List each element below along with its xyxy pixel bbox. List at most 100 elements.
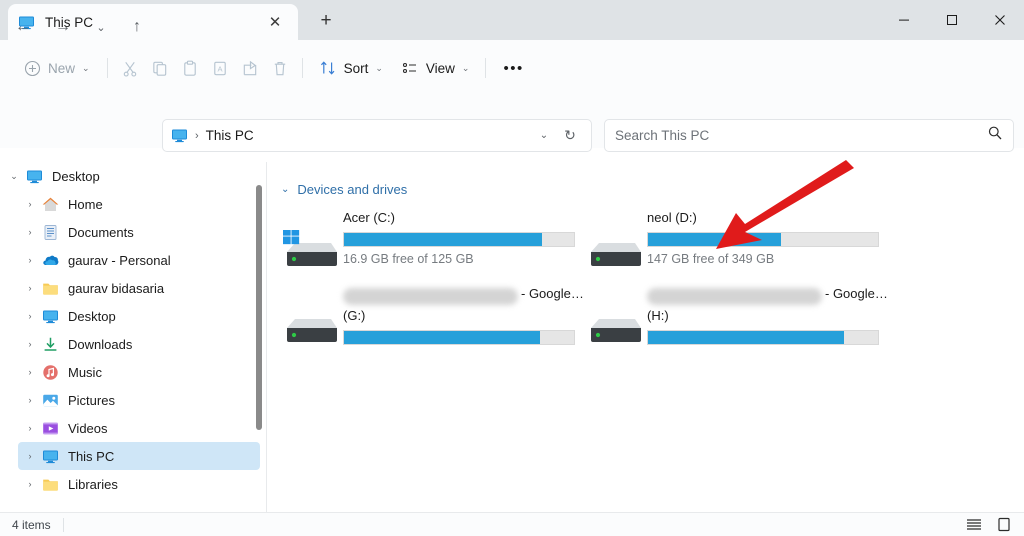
chevron-down-icon[interactable]: ⌄	[2, 171, 26, 182]
drive-name: - Google…	[521, 286, 584, 301]
recent-locations-button[interactable]: ⌄	[88, 14, 114, 40]
sidebar-item-pictures[interactable]: › Pictures	[18, 386, 260, 414]
sidebar-item-gaurav-bidasaria[interactable]: ›gaurav bidasaria	[18, 274, 260, 302]
toolbar-divider-3	[485, 58, 486, 78]
toolbar-divider-2	[302, 58, 303, 78]
close-button[interactable]	[976, 0, 1024, 40]
chevron-right-icon[interactable]: ›	[18, 395, 42, 405]
drive-letter: (H:)	[647, 308, 669, 323]
redacted-drive-name	[647, 288, 822, 305]
chevron-right-icon[interactable]: ›	[18, 423, 42, 433]
file-explorer-window: This PC ✕ + New ⌄	[0, 0, 1024, 536]
refresh-icon[interactable]: ↻	[557, 127, 583, 144]
sort-button[interactable]: Sort ⌄	[310, 51, 392, 85]
navigation-pane: ⌄Desktop›Home›Documents›gaurav - Persona…	[0, 162, 266, 512]
devices-and-drives-group[interactable]: ⌄ Devices and drives	[281, 182, 407, 197]
view-toggle-group	[964, 516, 1014, 534]
drive-usage-fill	[344, 331, 540, 344]
search-input[interactable]: Search This PC	[615, 128, 987, 143]
folder-icon	[42, 280, 59, 297]
cut-button[interactable]	[115, 51, 145, 85]
drive-usage-bar	[647, 330, 879, 345]
more-options-button[interactable]: •••	[493, 51, 533, 85]
sidebar-item-label: Pictures	[68, 393, 115, 408]
share-button[interactable]	[235, 51, 265, 85]
forward-button[interactable]: →	[50, 14, 76, 40]
chevron-down-icon[interactable]: ⌄	[531, 130, 557, 141]
details-view-icon[interactable]	[964, 516, 984, 534]
sidebar-item-label: Libraries	[68, 477, 118, 492]
chevron-down-icon: ⌄	[82, 63, 90, 74]
home-icon	[42, 196, 59, 213]
drive-usage-bar	[343, 330, 575, 345]
drive-item[interactable]: - Google… (H:)	[585, 286, 915, 362]
status-bar: 4 items	[0, 512, 1024, 536]
drive-item[interactable]: Acer (C:)16.9 GB free of 125 GB	[281, 210, 611, 286]
svg-text:A: A	[217, 64, 223, 73]
close-icon[interactable]: ✕	[262, 9, 288, 35]
sidebar-item-label: Documents	[68, 225, 134, 240]
sidebar-item-libraries[interactable]: › Libraries	[18, 470, 260, 498]
new-button[interactable]: New ⌄	[14, 51, 100, 85]
downloads-icon	[42, 336, 59, 353]
search-icon[interactable]	[987, 125, 1003, 146]
sidebar-item-desktop[interactable]: ›Desktop	[18, 302, 260, 330]
sidebar-item-documents[interactable]: › Documents	[18, 218, 260, 246]
sidebar-item-home[interactable]: ›Home	[18, 190, 260, 218]
drive-name: Acer (C:)	[343, 210, 395, 225]
monitor-icon	[26, 168, 43, 185]
sidebar-item-label: This PC	[68, 449, 114, 464]
drive-icon	[585, 230, 641, 270]
chevron-right-icon[interactable]: ›	[18, 283, 42, 293]
chevron-right-icon[interactable]: ›	[18, 311, 42, 321]
drive-item[interactable]: neol (D:)147 GB free of 349 GB	[585, 210, 915, 286]
breadcrumb-separator: ›	[195, 130, 199, 142]
chevron-right-icon[interactable]: ›	[18, 367, 42, 377]
address-bar[interactable]: › This PC ⌄ ↻	[162, 119, 592, 152]
view-label: View	[426, 61, 455, 76]
drive-item[interactable]: - Google…(G:)	[281, 286, 611, 362]
chevron-down-icon[interactable]: ⌄	[281, 184, 289, 195]
sidebar-item-music[interactable]: › Music	[18, 358, 260, 386]
title-bar: This PC ✕ +	[0, 0, 1024, 40]
status-divider	[63, 518, 64, 532]
sidebar-item-label: Music	[68, 365, 102, 380]
chevron-right-icon[interactable]: ›	[18, 227, 42, 237]
new-tab-button[interactable]: +	[312, 8, 340, 34]
sidebar-item-desktop[interactable]: ⌄ Desktop	[2, 162, 260, 190]
sidebar-scrollbar-thumb[interactable]	[256, 185, 262, 430]
chevron-right-icon[interactable]: ›	[18, 479, 42, 489]
copy-button[interactable]	[145, 51, 175, 85]
file-list-pane: ⌄ Devices and drives Acer (C:)16.9 GB fr…	[267, 162, 1024, 512]
delete-button[interactable]	[265, 51, 295, 85]
maximize-button[interactable]	[928, 0, 976, 40]
windows-drive-icon	[281, 230, 337, 270]
rename-button[interactable]: A	[205, 51, 235, 85]
sidebar-item-this-pc[interactable]: › This PC	[18, 442, 260, 470]
large-icons-view-icon[interactable]	[994, 516, 1014, 534]
drive-name: - Google…	[825, 286, 888, 301]
window-controls	[880, 0, 1024, 40]
drive-usage-bar	[647, 232, 879, 247]
group-title: Devices and drives	[297, 182, 407, 197]
sidebar-item-downloads[interactable]: ›Downloads	[18, 330, 260, 358]
search-box[interactable]: Search This PC	[604, 119, 1014, 152]
drive-icon	[281, 306, 337, 346]
chevron-right-icon[interactable]: ›	[18, 199, 42, 209]
chevron-right-icon[interactable]: ›	[18, 451, 42, 461]
sidebar-item-videos[interactable]: ›Videos	[18, 414, 260, 442]
chevron-right-icon[interactable]: ›	[18, 339, 42, 349]
sidebar-item-label: Desktop	[52, 169, 100, 184]
up-button[interactable]: ↑	[124, 14, 150, 40]
view-button[interactable]: View ⌄	[392, 51, 479, 85]
sidebar-item-gaurav-personal[interactable]: ›gaurav - Personal	[18, 246, 260, 274]
breadcrumb[interactable]: This PC	[206, 128, 531, 143]
minimize-button[interactable]	[880, 0, 928, 40]
tab-label: This PC	[45, 15, 262, 30]
drive-usage-fill	[648, 331, 844, 344]
chevron-right-icon[interactable]: ›	[18, 255, 42, 265]
back-button[interactable]: ←	[10, 14, 36, 40]
drive-usage-fill	[344, 233, 542, 246]
paste-button[interactable]	[175, 51, 205, 85]
command-toolbar: New ⌄ A	[0, 40, 1024, 96]
